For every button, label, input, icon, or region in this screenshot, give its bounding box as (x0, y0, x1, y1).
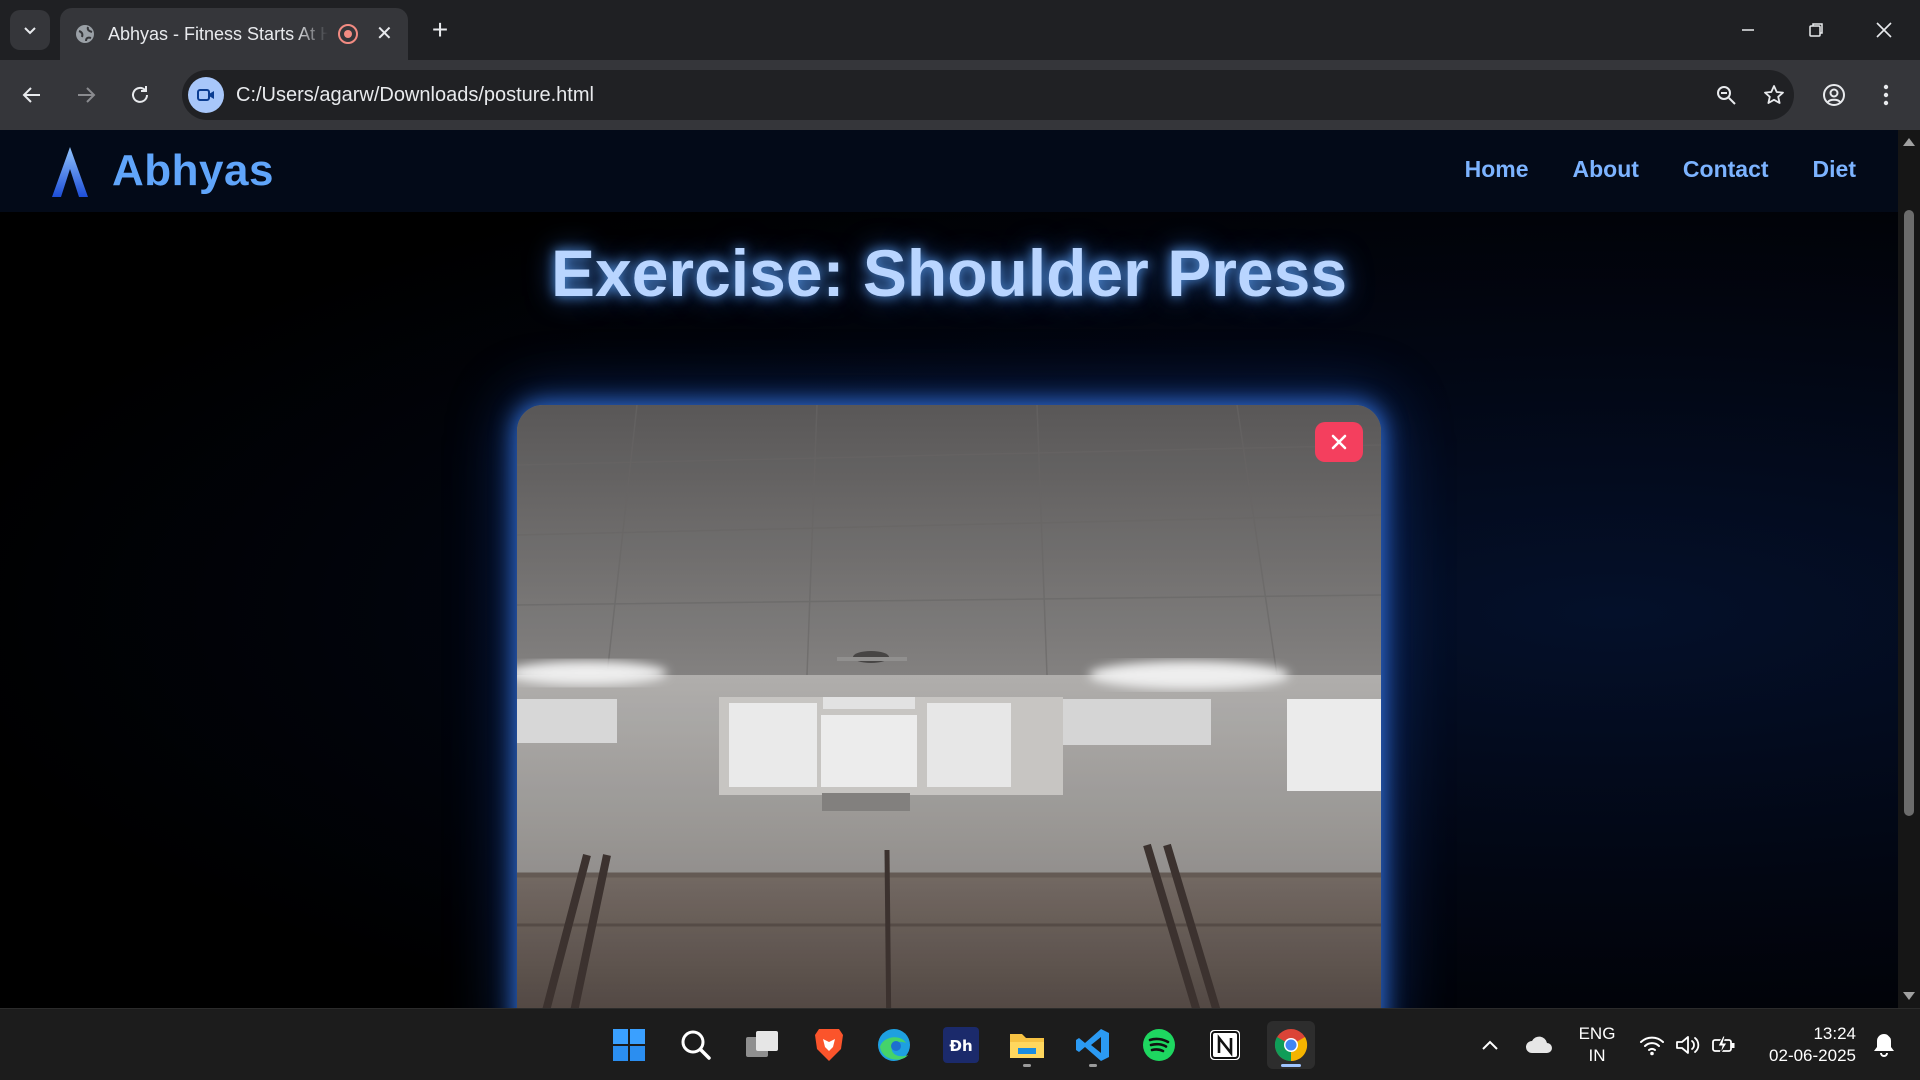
running-indicator (1023, 1064, 1031, 1067)
clock[interactable]: 13:24 02-06-2025 (1752, 1023, 1856, 1067)
site-navbar: Abhyas Home About Contact Diet (0, 130, 1898, 212)
browser-menu-button[interactable] (1868, 77, 1904, 113)
chrome-icon (1274, 1029, 1308, 1062)
notification-bell-icon (1874, 1033, 1895, 1057)
restore-button[interactable] (1792, 10, 1840, 50)
back-button[interactable] (14, 77, 50, 113)
page-viewport: Abhyas Home About Contact Diet Exercise:… (0, 130, 1898, 1008)
taskbar-app-chrome[interactable] (1267, 1021, 1315, 1069)
scroll-up-arrow-icon[interactable] (1903, 138, 1915, 146)
globe-icon (76, 25, 94, 43)
task-view-icon (746, 1031, 778, 1057)
cloud-icon (1526, 1036, 1552, 1053)
edge-icon (878, 1029, 910, 1061)
nav-link-home[interactable]: Home (1465, 156, 1529, 183)
dh-app-icon: Ðh (943, 1027, 979, 1063)
clock-date: 02-06-2025 (1769, 1046, 1856, 1065)
site-logo-text[interactable]: Abhyas (112, 146, 274, 196)
scroll-thumb[interactable] (1904, 210, 1914, 816)
taskbar-app-file-explorer[interactable] (1003, 1021, 1051, 1069)
new-tab-button[interactable]: + (424, 14, 456, 46)
chevron-up-icon (1482, 1040, 1498, 1050)
taskbar-app-edge[interactable] (870, 1021, 918, 1069)
reload-icon (132, 86, 148, 103)
brave-icon (815, 1029, 843, 1061)
page-scrollbar[interactable] (1898, 130, 1920, 1008)
close-icon (1331, 434, 1347, 450)
close-icon (1876, 22, 1892, 38)
profile-button[interactable] (1816, 77, 1852, 113)
restore-icon (1809, 23, 1823, 37)
task-view-button[interactable] (738, 1021, 786, 1069)
vscode-icon (1076, 1029, 1109, 1061)
browser-toolbar: C:/Users/agarw/Downloads/posture.html (0, 60, 1920, 130)
nav-link-contact[interactable]: Contact (1683, 156, 1769, 183)
reload-button[interactable] (122, 77, 158, 113)
active-indicator (1281, 1064, 1301, 1067)
taskbar-app-spotify[interactable] (1135, 1021, 1183, 1069)
clock-time: 13:24 (1813, 1024, 1856, 1043)
onedrive-button[interactable] (1515, 1021, 1563, 1069)
webcam-feed-container (517, 405, 1381, 1008)
windows-taskbar: Ðh ENG IN 13:24 02-06-2025 (0, 1008, 1920, 1080)
region-code: IN (1588, 1046, 1606, 1065)
scroll-down-arrow-icon[interactable] (1903, 992, 1915, 1000)
tab-title: Abhyas - Fitness Starts At Home (108, 23, 328, 44)
notifications-button[interactable] (1860, 1021, 1908, 1069)
browser-tab-bar: Abhyas - Fitness Starts At Home ✕ + (0, 0, 1920, 60)
battery-button[interactable] (1700, 1021, 1748, 1069)
folder-icon (1010, 1034, 1044, 1058)
arrow-left-icon (22, 87, 40, 103)
nav-link-diet[interactable]: Diet (1813, 156, 1856, 183)
battery-charging-icon (1712, 1035, 1735, 1055)
taskbar-app-brave[interactable] (805, 1021, 853, 1069)
taskbar-app-notion[interactable] (1201, 1021, 1249, 1069)
url-text[interactable]: C:/Users/agarw/Downloads/posture.html (236, 84, 594, 107)
language-code: ENG (1578, 1024, 1616, 1043)
account-icon (1823, 84, 1845, 106)
zoom-button[interactable] (1708, 77, 1744, 113)
windows-logo-icon (613, 1029, 645, 1061)
minimize-button[interactable] (1724, 10, 1772, 50)
tab-close-button[interactable]: ✕ (376, 24, 393, 44)
arrow-right-icon (78, 87, 96, 103)
language-indicator[interactable]: ENG IN (1570, 1023, 1624, 1067)
camera-icon (197, 89, 214, 101)
exercise-title: Exercise: Shoulder Press (550, 236, 1348, 310)
chevron-down-icon (24, 27, 36, 35)
taskbar-app-dh[interactable]: Ðh (937, 1021, 985, 1069)
logo-icon (52, 147, 88, 197)
browser-tab[interactable]: Abhyas - Fitness Starts At Home ✕ (60, 8, 408, 60)
site-info-button[interactable] (188, 77, 224, 113)
site-nav-links: Home About Contact Diet (1465, 156, 1856, 183)
running-indicator (1089, 1064, 1097, 1067)
nav-link-about[interactable]: About (1573, 156, 1639, 183)
forward-button[interactable] (68, 77, 104, 113)
bookmark-button[interactable] (1756, 77, 1792, 113)
taskbar-app-vscode[interactable] (1069, 1021, 1117, 1069)
star-icon (1764, 85, 1784, 104)
wifi-icon (1640, 1036, 1664, 1056)
zoom-icon (1717, 86, 1736, 105)
recording-indicator-icon (338, 24, 358, 44)
address-bar[interactable]: C:/Users/agarw/Downloads/posture.html (182, 70, 1794, 120)
taskbar-search-button[interactable] (672, 1021, 720, 1069)
tab-search-button[interactable] (10, 10, 50, 50)
webcam-feed (517, 405, 1381, 1008)
start-button[interactable] (605, 1021, 653, 1069)
stop-camera-button[interactable] (1315, 422, 1363, 462)
notion-icon (1210, 1030, 1240, 1060)
svg-text:Ðh: Ðh (949, 1037, 972, 1055)
spotify-icon (1143, 1029, 1175, 1061)
close-window-button[interactable] (1860, 10, 1908, 50)
speaker-icon (1676, 1036, 1700, 1054)
search-icon (681, 1030, 711, 1060)
more-vertical-icon (1883, 84, 1889, 106)
minimize-icon (1742, 29, 1754, 31)
show-hidden-icons-button[interactable] (1466, 1021, 1514, 1069)
